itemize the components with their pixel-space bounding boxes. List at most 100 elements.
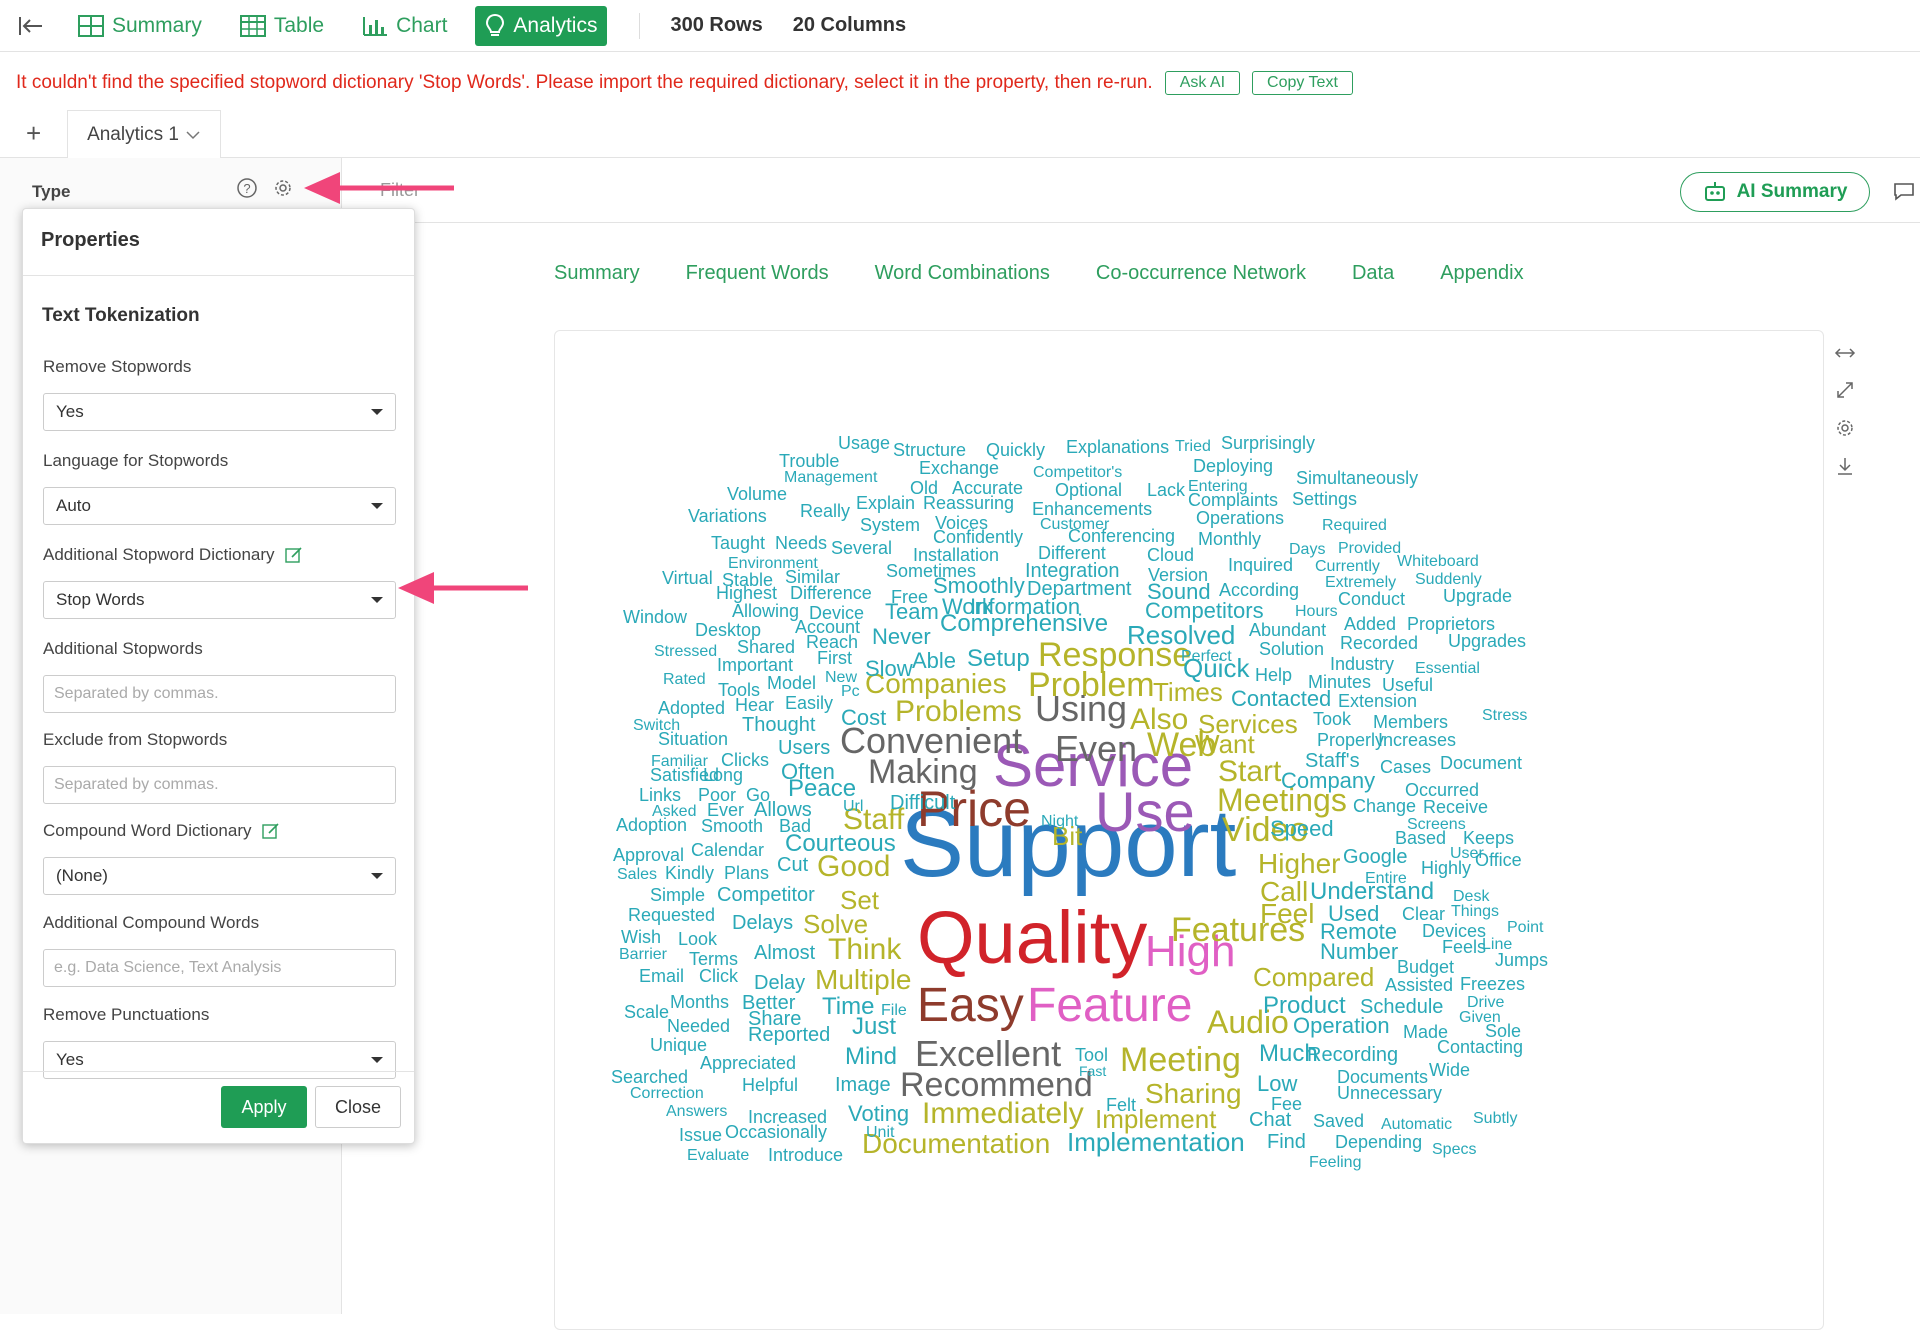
annotation-arrow-dictionary bbox=[398, 572, 528, 604]
word-cloud-word: Upgrade bbox=[1443, 586, 1512, 606]
additional-stopwords-input[interactable] bbox=[43, 675, 396, 713]
table-view-button[interactable]: Table bbox=[230, 6, 334, 46]
word-cloud-word: Calendar bbox=[691, 840, 764, 860]
word-cloud-word: Rated bbox=[663, 671, 706, 688]
ai-summary-button[interactable]: AI Summary bbox=[1680, 172, 1870, 212]
word-cloud-word: Multiple bbox=[815, 964, 911, 995]
edit-icon[interactable] bbox=[284, 546, 303, 564]
word-cloud-word: Quickly bbox=[986, 440, 1045, 460]
subtab-frequent-words[interactable]: Frequent Words bbox=[686, 262, 829, 285]
word-cloud-word: Optional bbox=[1055, 480, 1122, 500]
subtab-summary[interactable]: Summary bbox=[554, 262, 640, 285]
fullscreen-icon[interactable] bbox=[1834, 380, 1856, 400]
stopword-language-select[interactable]: Auto bbox=[43, 487, 396, 525]
word-cloud-word: Help bbox=[1255, 665, 1292, 685]
compound-dictionary-select[interactable]: (None) bbox=[43, 857, 396, 895]
word-cloud-word: Requested bbox=[628, 905, 715, 925]
word-cloud-word: Based bbox=[1395, 828, 1446, 848]
word-cloud-word: Difficult bbox=[890, 792, 956, 814]
word-cloud-word: Required bbox=[1322, 517, 1387, 534]
word-cloud-word: Number bbox=[1320, 939, 1398, 964]
type-label: Type bbox=[32, 182, 71, 201]
word-cloud-word: Competitors bbox=[1145, 598, 1264, 623]
word-cloud-word: Operations bbox=[1196, 508, 1284, 528]
properties-footer: Apply Close bbox=[23, 1071, 414, 1143]
bar-chart-icon bbox=[363, 16, 388, 36]
ask-ai-button[interactable]: Ask AI bbox=[1164, 71, 1241, 95]
word-cloud-word: Pc bbox=[841, 683, 860, 700]
exclude-stopwords-input[interactable] bbox=[43, 766, 396, 804]
word-cloud-word: Shared bbox=[737, 637, 795, 657]
word-cloud-word: Barrier bbox=[619, 946, 668, 963]
collapse-panel-icon[interactable] bbox=[14, 9, 48, 43]
text-tokenization-heading: Text Tokenization bbox=[42, 305, 200, 326]
word-cloud-word: Users bbox=[778, 737, 830, 759]
close-button[interactable]: Close bbox=[315, 1086, 401, 1128]
stopword-dictionary-select[interactable]: Stop Words bbox=[43, 581, 396, 619]
comment-icon[interactable] bbox=[1892, 180, 1916, 202]
word-cloud-word: Helpful bbox=[742, 1075, 798, 1095]
compound-dictionary-field: Compound Word Dictionary (None) bbox=[43, 819, 396, 895]
summary-view-button[interactable]: Summary bbox=[68, 6, 212, 46]
gear-icon[interactable] bbox=[272, 177, 294, 199]
stopword-language-value: Auto bbox=[56, 496, 91, 515]
word-cloud-word: Monthly bbox=[1198, 529, 1261, 549]
word-cloud-word: Automatic bbox=[1381, 1116, 1452, 1133]
word-cloud-word: Free bbox=[891, 587, 928, 607]
word-cloud-word: Compared bbox=[1253, 962, 1374, 992]
additional-compound-field: Additional Compound Words bbox=[43, 911, 396, 987]
word-cloud-word: Inquired bbox=[1228, 555, 1293, 575]
word-cloud-word: Kindly bbox=[665, 863, 714, 883]
help-icon[interactable]: ? bbox=[236, 177, 258, 199]
apply-button[interactable]: Apply bbox=[221, 1086, 307, 1128]
word-cloud-word: Needs bbox=[775, 533, 827, 553]
additional-compound-input[interactable] bbox=[43, 949, 396, 987]
word-cloud-word: Abundant bbox=[1249, 620, 1326, 640]
word-cloud-word: Delays bbox=[732, 912, 793, 934]
word-cloud-word: Desktop bbox=[695, 620, 761, 640]
download-icon[interactable] bbox=[1834, 456, 1856, 476]
chart-settings-icon[interactable] bbox=[1834, 418, 1856, 438]
chevron-down-icon[interactable] bbox=[185, 130, 201, 140]
word-cloud-word: Bad bbox=[779, 816, 811, 836]
subtab-co-occurrence-network[interactable]: Co-occurrence Network bbox=[1096, 262, 1306, 285]
tab-analytics-1[interactable]: Analytics 1 bbox=[67, 110, 221, 159]
subtab-appendix[interactable]: Appendix bbox=[1440, 262, 1523, 285]
word-cloud-word: Trouble bbox=[779, 451, 839, 471]
summary-grid-icon bbox=[78, 14, 104, 37]
top-toolbar: Summary Table Chart Analytics 300 Rows 2… bbox=[0, 0, 1920, 52]
word-cloud-word: Unnecessary bbox=[1337, 1083, 1442, 1103]
word-cloud-word: Email bbox=[639, 966, 684, 986]
word-cloud-word: Customer bbox=[1040, 516, 1110, 533]
stopword-language-label: Language for Stopwords bbox=[43, 451, 229, 470]
word-cloud-word: Answers bbox=[666, 1103, 727, 1120]
word-cloud-word: Slow bbox=[865, 656, 913, 681]
word-cloud-word: Reported bbox=[748, 1024, 830, 1046]
exclude-stopwords-field: Exclude from Stopwords bbox=[43, 728, 396, 804]
table-view-label: Table bbox=[273, 13, 325, 37]
word-cloud-word: Important bbox=[717, 655, 793, 675]
word-cloud-word: Speed bbox=[1270, 816, 1334, 841]
word-cloud-word: Saved bbox=[1313, 1111, 1364, 1131]
properties-panel: Properties Text Tokenization Remove Stop… bbox=[22, 208, 415, 1144]
copy-text-button[interactable]: Copy Text bbox=[1252, 71, 1353, 95]
word-cloud-word: Look bbox=[678, 929, 718, 949]
word-cloud-word: Entire bbox=[1365, 870, 1407, 887]
word-cloud-word: Easy bbox=[917, 979, 1024, 1032]
subtab-word-combinations[interactable]: Word Combinations bbox=[875, 262, 1050, 285]
word-cloud-word: Url bbox=[843, 798, 863, 815]
tab-analytics-1-label: Analytics 1 bbox=[87, 123, 179, 145]
word-cloud-word: Able bbox=[912, 648, 956, 673]
expand-horizontal-icon[interactable] bbox=[1834, 344, 1856, 362]
edit-icon[interactable] bbox=[261, 822, 280, 840]
word-cloud-word: Adopted bbox=[658, 698, 725, 718]
word-cloud-word: Explain bbox=[856, 493, 915, 513]
analytics-view-button[interactable]: Analytics bbox=[475, 5, 608, 46]
add-tab-button[interactable]: + bbox=[26, 118, 41, 149]
word-cloud-word: Really bbox=[800, 501, 850, 521]
word-cloud-word: Simple bbox=[650, 885, 705, 905]
word-cloud-word: According bbox=[1219, 580, 1299, 600]
chart-view-button[interactable]: Chart bbox=[352, 6, 457, 46]
subtab-data[interactable]: Data bbox=[1352, 262, 1394, 285]
remove-stopwords-select[interactable]: Yes bbox=[43, 393, 396, 431]
